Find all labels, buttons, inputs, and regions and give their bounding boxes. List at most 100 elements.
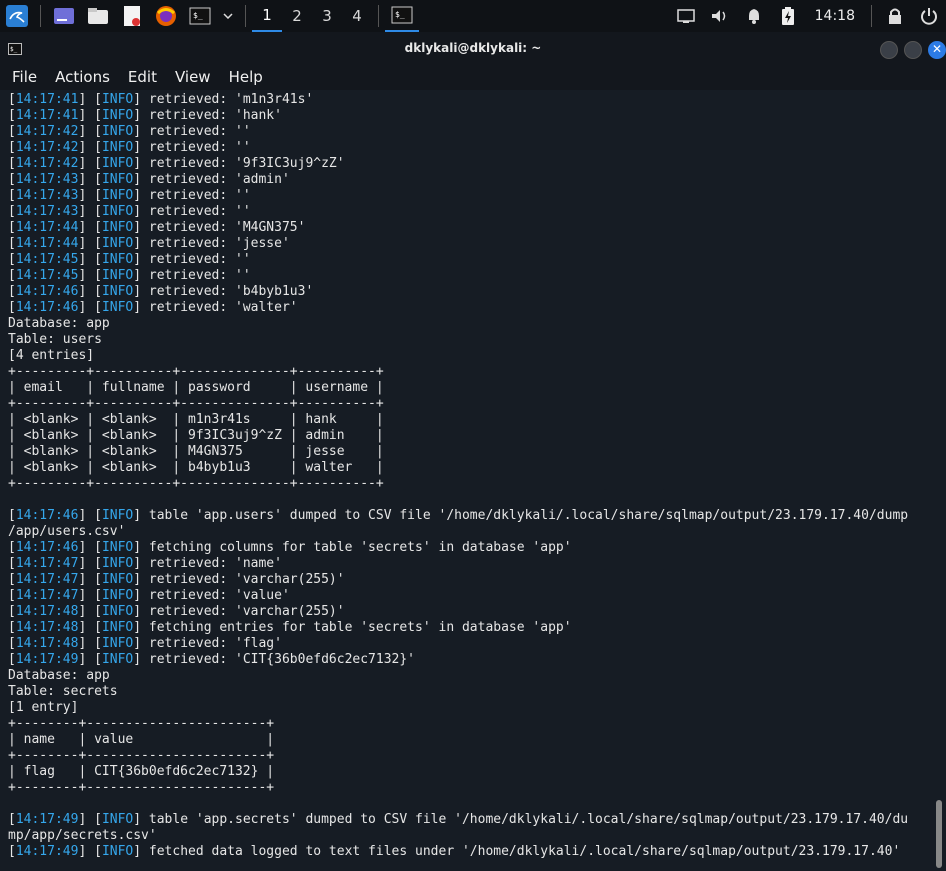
workspace-2[interactable]: 2 [282, 0, 312, 32]
menu-help[interactable]: Help [223, 68, 269, 86]
log-line: [14:17:44] [INFO] retrieved: 'jesse' [8, 236, 290, 251]
log-timestamp: 14:17:46 [15, 284, 79, 299]
workspace-1[interactable]: 1 [252, 0, 282, 32]
log-timestamp: 14:17:43 [15, 188, 79, 203]
menu-edit[interactable]: Edit [122, 68, 163, 86]
log-level: INFO [101, 204, 134, 219]
log-message: retrieved: 'varchar(255)' [148, 572, 345, 587]
window-title: dklykali@dklykali: ~ [404, 41, 542, 55]
output-line: +---------+----------+--------------+---… [8, 364, 384, 379]
log-level: INFO [101, 844, 134, 859]
workspace-4[interactable]: 4 [342, 0, 372, 32]
file-manager-icon[interactable] [85, 3, 111, 29]
notification-icon[interactable] [741, 3, 767, 29]
log-message: retrieved: 'varchar(255)' [148, 604, 345, 619]
output-line: | <blank> | <blank> | m1n3r41s | hank | [8, 412, 384, 427]
menu-actions[interactable]: Actions [49, 68, 116, 86]
log-level: INFO [101, 236, 134, 251]
log-message: retrieved: 'M4GN375' [148, 220, 306, 235]
terminal-task-icon: $_ [391, 6, 413, 24]
log-level: INFO [101, 124, 134, 139]
log-timestamp: 14:17:42 [15, 156, 79, 171]
maximize-button[interactable] [904, 41, 922, 59]
log-timestamp: 14:17:44 [15, 236, 79, 251]
log-timestamp: 14:17:43 [15, 172, 79, 187]
log-level: INFO [101, 604, 134, 619]
svg-text:$_: $_ [193, 11, 203, 20]
window-titlebar[interactable]: $_ dklykali@dklykali: ~ ✕ [0, 32, 946, 64]
text-editor-icon[interactable] [119, 3, 145, 29]
output-line: [1 entry] [8, 700, 79, 715]
log-line: [14:17:45] [INFO] retrieved: '' [8, 252, 251, 267]
log-timestamp: 14:17:45 [15, 252, 79, 267]
log-message: retrieved: 'admin' [148, 172, 290, 187]
output-line: +--------+-----------------------+ [8, 748, 275, 763]
log-line: [14:17:47] [INFO] retrieved: 'name' [8, 556, 282, 571]
log-level: INFO [101, 636, 134, 651]
log-line: [14:17:42] [INFO] retrieved: '9f3IC3uj9^… [8, 156, 345, 171]
log-timestamp: 14:17:47 [15, 572, 79, 587]
log-line: [14:17:41] [INFO] retrieved: 'm1n3r41s' [8, 92, 314, 107]
log-timestamp: 14:17:41 [15, 108, 79, 123]
output-line: +--------+-----------------------+ [8, 716, 275, 731]
log-line: [14:17:48] [INFO] retrieved: 'varchar(25… [8, 604, 345, 619]
dropdown-icon[interactable] [221, 3, 235, 29]
log-timestamp: 14:17:49 [15, 844, 79, 859]
volume-icon[interactable] [707, 3, 733, 29]
log-timestamp: 14:17:44 [15, 220, 79, 235]
log-level: INFO [101, 300, 134, 315]
minimize-button[interactable] [880, 41, 898, 59]
log-level: INFO [101, 556, 134, 571]
log-line: [14:17:41] [INFO] retrieved: 'hank' [8, 108, 282, 123]
log-level: INFO [101, 172, 134, 187]
close-button[interactable]: ✕ [928, 41, 946, 59]
log-timestamp: 14:17:45 [15, 268, 79, 283]
kali-menu-icon[interactable] [4, 3, 30, 29]
output-line: Database: app [8, 668, 110, 683]
terminal-icon[interactable]: $_ [187, 3, 213, 29]
menubar: File Actions Edit View Help [0, 64, 946, 90]
log-line: [14:17:44] [INFO] retrieved: 'M4GN375' [8, 220, 306, 235]
log-line: [14:17:43] [INFO] retrieved: 'admin' [8, 172, 290, 187]
desktop-icon[interactable] [51, 3, 77, 29]
log-line: [14:17:48] [INFO] retrieved: 'flag' [8, 636, 282, 651]
output-line: | email | fullname | password | username… [8, 380, 384, 395]
log-message: fetching entries for table 'secrets' in … [148, 620, 572, 635]
workspace-3[interactable]: 3 [312, 0, 342, 32]
log-message: table 'app.users' dumped to CSV file '/h… [148, 508, 909, 523]
log-level: INFO [101, 540, 134, 555]
menu-file[interactable]: File [6, 68, 43, 86]
output-line: Table: secrets [8, 684, 118, 699]
output-line: | <blank> | <blank> | 9f3IC3uj9^zZ | adm… [8, 428, 384, 443]
close-icon: ✕ [931, 42, 943, 56]
menu-view[interactable]: View [169, 68, 217, 86]
log-line: [14:17:47] [INFO] retrieved: 'varchar(25… [8, 572, 345, 587]
terminal-scrollbar[interactable] [936, 800, 942, 868]
log-timestamp: 14:17:46 [15, 300, 79, 315]
lock-icon[interactable] [882, 3, 908, 29]
log-line: [14:17:42] [INFO] retrieved: '' [8, 140, 251, 155]
log-level: INFO [101, 156, 134, 171]
display-icon[interactable] [673, 3, 699, 29]
firefox-icon[interactable] [153, 3, 179, 29]
log-message: retrieved: 'hank' [148, 108, 282, 123]
terminal-task-button[interactable]: $_ [385, 0, 419, 32]
terminal-output[interactable]: [14:17:41] [INFO] retrieved: 'm1n3r41s'[… [8, 92, 936, 868]
power-icon[interactable] [916, 3, 942, 29]
log-message: retrieved: 'walter' [148, 300, 298, 315]
log-level: INFO [101, 812, 134, 827]
log-level: INFO [101, 572, 134, 587]
log-timestamp: 14:17:48 [15, 636, 79, 651]
log-line: [14:17:46] [INFO] fetching columns for t… [8, 540, 572, 555]
log-timestamp: 14:17:48 [15, 604, 79, 619]
log-line: [14:17:48] [INFO] fetching entries for t… [8, 620, 572, 635]
log-level: INFO [101, 284, 134, 299]
taskbar-separator [245, 5, 246, 27]
log-message: retrieved: 'm1n3r41s' [148, 92, 314, 107]
log-line: [14:17:47] [INFO] retrieved: 'value' [8, 588, 290, 603]
clock: 14:18 [814, 8, 855, 24]
svg-text:$_: $_ [395, 10, 405, 19]
log-message: retrieved: 'jesse' [148, 236, 290, 251]
log-level: INFO [101, 620, 134, 635]
